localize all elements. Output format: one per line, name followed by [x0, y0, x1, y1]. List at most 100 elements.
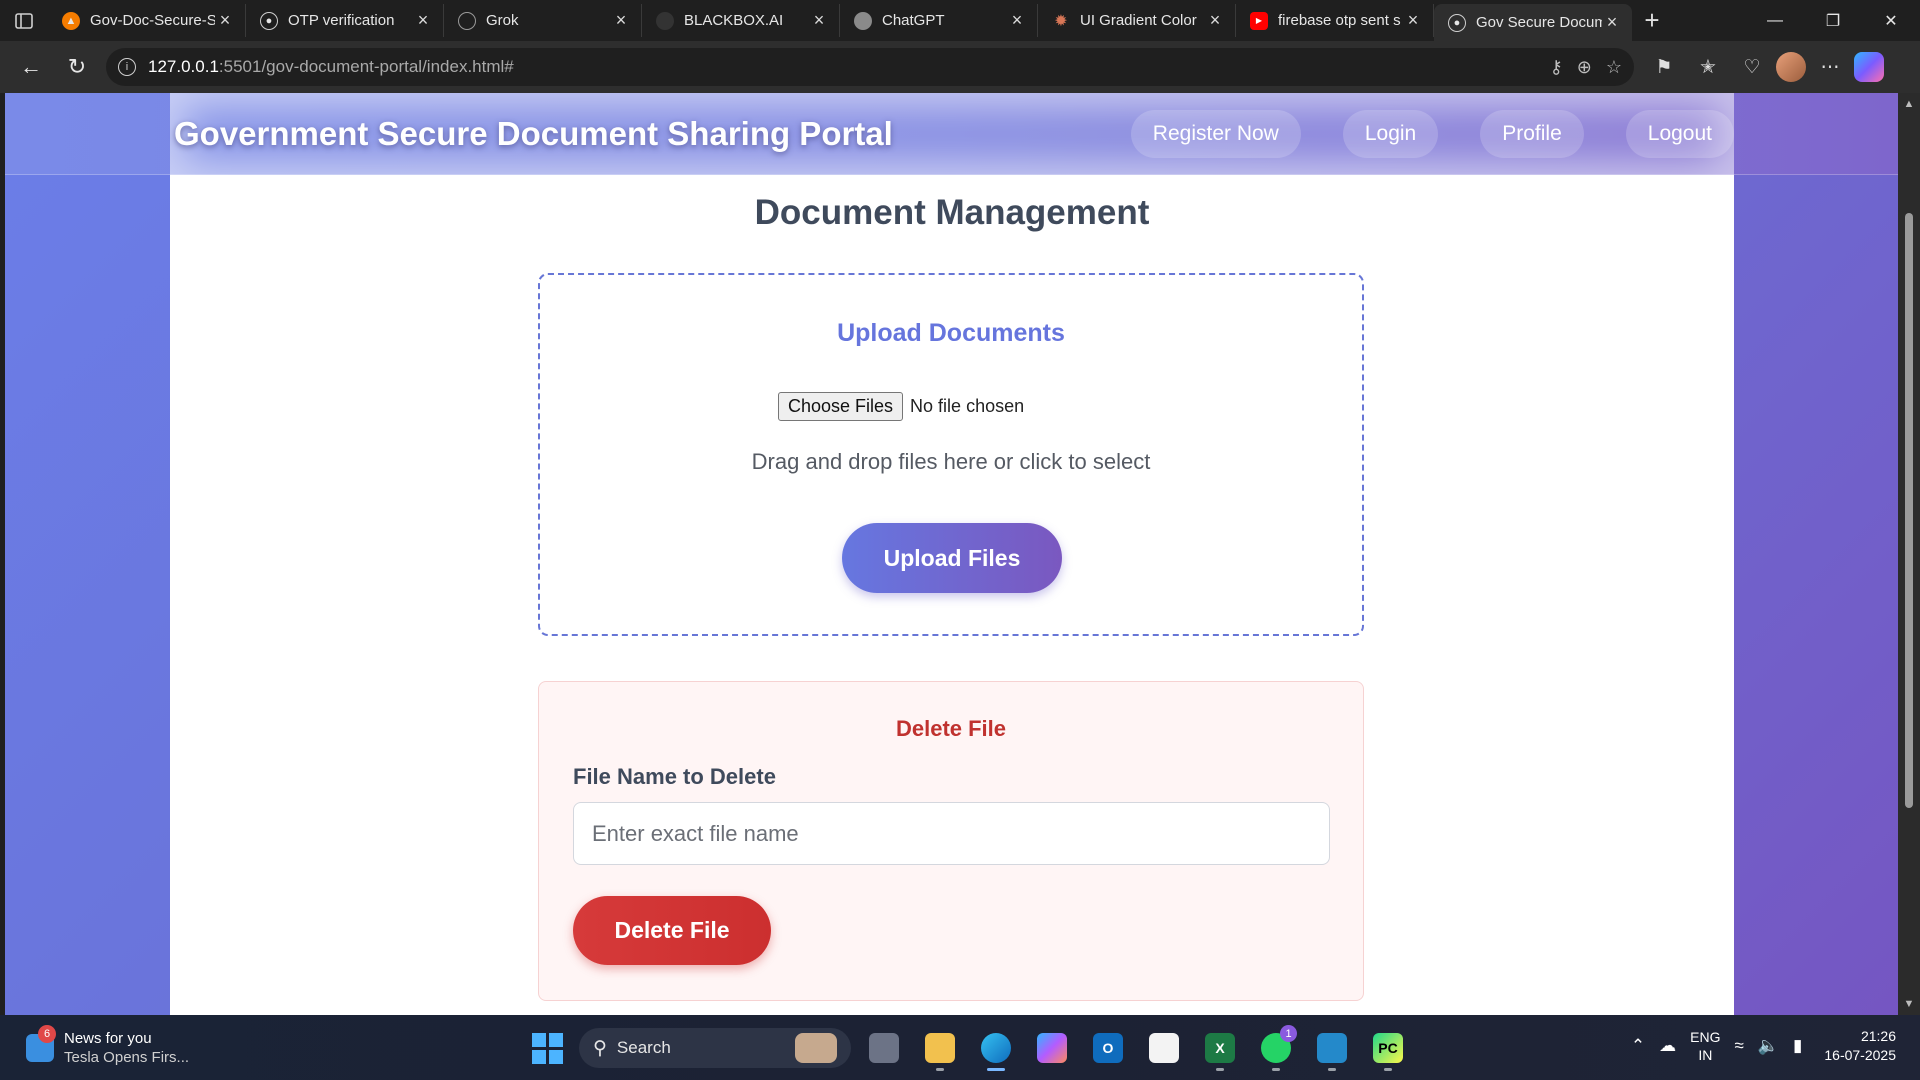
page-viewport: Government Secure Document Sharing Porta… [5, 93, 1898, 1015]
minimize-icon[interactable]: — [1746, 0, 1804, 41]
restore-icon[interactable]: ❐ [1804, 0, 1862, 41]
site-nav: Register Now Login Profile Logout [1130, 110, 1734, 158]
tab-title: OTP verification [288, 12, 395, 29]
tab-title: firebase otp sent s [1278, 12, 1401, 29]
news-title: News for you [64, 1030, 152, 1047]
chatgpt-icon [854, 11, 872, 30]
tab-actions-icon[interactable] [0, 0, 48, 41]
browser-tab[interactable]: ✹ UI Gradient Color × [1038, 4, 1236, 37]
zoom-icon[interactable]: ⊕ [1577, 57, 1592, 78]
outlook-icon[interactable]: O [1085, 1025, 1131, 1071]
site-title: Government Secure Document Sharing Porta… [174, 115, 893, 152]
globe-icon: ● [1448, 13, 1466, 32]
close-icon[interactable]: × [1403, 10, 1423, 31]
browser-tab[interactable]: Grok × [444, 4, 642, 37]
clock[interactable]: 21:26 16-07-2025 [1824, 1027, 1896, 1065]
microsoft-store-icon[interactable] [1141, 1025, 1187, 1071]
file-explorer-icon[interactable] [917, 1025, 963, 1071]
volume-icon[interactable]: 🔈 [1758, 1036, 1779, 1056]
grok-icon [458, 11, 476, 30]
delete-heading: Delete File [895, 716, 1007, 741]
close-icon[interactable]: × [413, 10, 433, 31]
browser-tab-bar: ▲ Gov-Doc-Secure-S × ● OTP verification … [0, 0, 1920, 41]
pycharm-icon[interactable]: PC [1365, 1025, 1411, 1071]
edge-browser-icon[interactable] [973, 1025, 1019, 1071]
close-icon[interactable]: × [1205, 10, 1225, 31]
search-highlight-image [795, 1033, 837, 1063]
favorite-star-icon[interactable]: ☆ [1606, 57, 1622, 78]
scroll-up-icon[interactable]: ▲ [1898, 93, 1920, 115]
close-icon[interactable]: × [611, 10, 631, 31]
news-badge: 6 [38, 1025, 56, 1043]
delete-filename-input[interactable] [573, 802, 1330, 865]
tab-title: BLACKBOX.AI [684, 12, 784, 29]
vscode-icon[interactable] [1309, 1025, 1355, 1071]
favorites-icon[interactable]: ✭ [1688, 47, 1728, 87]
page-scrollbar[interactable]: ▲ ▼ [1898, 93, 1920, 1015]
blackbox-icon [656, 11, 674, 30]
lang-top: ENG [1690, 1029, 1721, 1045]
firebase-icon: ▲ [62, 11, 80, 30]
delete-file-button[interactable]: Delete File [573, 896, 771, 965]
close-icon[interactable]: × [215, 10, 235, 31]
tab-title: UI Gradient Color [1080, 12, 1197, 29]
address-bar[interactable]: i 127.0.0.1:5501/gov-document-portal/ind… [106, 48, 1634, 86]
scroll-down-icon[interactable]: ▼ [1898, 993, 1920, 1015]
whatsapp-icon[interactable]: 1 [1253, 1025, 1299, 1071]
battery-icon[interactable]: ▮ [1793, 1036, 1802, 1056]
task-view-icon[interactable] [861, 1025, 907, 1071]
browser-tab[interactable]: ▶ firebase otp sent s × [1236, 4, 1434, 37]
onedrive-icon[interactable]: ☁ [1659, 1036, 1676, 1056]
close-window-icon[interactable]: ✕ [1862, 0, 1920, 41]
excel-icon[interactable]: X [1197, 1025, 1243, 1071]
globe-icon: ● [260, 11, 278, 30]
close-icon[interactable]: × [1602, 12, 1622, 33]
system-tray: ⌃ ☁ ENG IN ≈ 🔈 ▮ 21:26 16-07-2025 [1631, 1027, 1896, 1065]
browser-tab[interactable]: BLACKBOX.AI × [642, 4, 840, 37]
new-tab-icon[interactable]: + [1632, 0, 1672, 41]
back-arrow-icon[interactable]: ← [8, 47, 54, 87]
drag-drop-hint: Drag and drop files here or click to sel… [751, 449, 1151, 474]
search-label: Search [616, 1038, 671, 1057]
nav-profile-link[interactable]: Profile [1480, 110, 1584, 158]
site-info-icon[interactable]: i [118, 58, 136, 76]
file-input[interactable]: Choose Files No file chosen [778, 392, 1024, 421]
tab-title: ChatGPT [882, 12, 945, 29]
wifi-icon[interactable]: ≈ [1735, 1036, 1744, 1056]
news-widget[interactable]: 6 News for you Tesla Opens Firs... [26, 1025, 190, 1067]
choose-files-button[interactable]: Choose Files [778, 392, 904, 421]
page-title: Document Management [754, 193, 1150, 232]
url-path: :5501/gov-document-portal/index.html# [218, 57, 514, 76]
more-menu-icon[interactable]: ⋯ [1810, 47, 1850, 87]
browser-tab-active[interactable]: ● Gov Secure Docum × [1434, 4, 1632, 41]
copilot-app-icon[interactable] [1029, 1025, 1075, 1071]
nav-login-link[interactable]: Login [1342, 110, 1439, 158]
search-icon: ⚲ [593, 1037, 607, 1059]
key-icon[interactable]: ⚷ [1550, 57, 1563, 78]
nav-register-link[interactable]: Register Now [1130, 110, 1301, 158]
upload-dropzone[interactable]: Upload Documents Choose Files No file ch… [538, 273, 1364, 636]
news-subtitle: Tesla Opens Firs... [64, 1049, 190, 1066]
profile-avatar[interactable] [1776, 52, 1806, 82]
copilot-icon[interactable] [1854, 52, 1884, 82]
browser-tab[interactable]: ▲ Gov-Doc-Secure-S × [48, 4, 246, 37]
windows-taskbar: 6 News for you Tesla Opens Firs... ⚲ Sea… [0, 1015, 1920, 1080]
upload-heading: Upload Documents [837, 319, 1065, 347]
refresh-icon[interactable]: ↻ [54, 47, 100, 87]
nav-logout-link[interactable]: Logout [1625, 110, 1734, 158]
windows-start-icon[interactable] [525, 1026, 569, 1070]
language-indicator[interactable]: ENG IN [1690, 1028, 1720, 1064]
browser-tab[interactable]: ChatGPT × [840, 4, 1038, 37]
chevron-up-icon[interactable]: ⌃ [1631, 1036, 1645, 1056]
content-card: Document Management Upload Documents Cho… [170, 175, 1734, 1015]
upload-files-button[interactable]: Upload Files [842, 523, 1062, 593]
whatsapp-badge: 1 [1280, 1025, 1297, 1042]
close-icon[interactable]: × [1007, 10, 1027, 31]
claude-icon: ✹ [1054, 12, 1068, 30]
extensions-icon[interactable]: ⚑ [1644, 47, 1684, 87]
close-icon[interactable]: × [809, 10, 829, 31]
browser-tab[interactable]: ● OTP verification × [246, 4, 444, 37]
taskbar-search[interactable]: ⚲ Search [579, 1028, 851, 1068]
health-icon[interactable]: ♡ [1732, 47, 1772, 87]
scrollbar-thumb[interactable] [1905, 213, 1913, 808]
